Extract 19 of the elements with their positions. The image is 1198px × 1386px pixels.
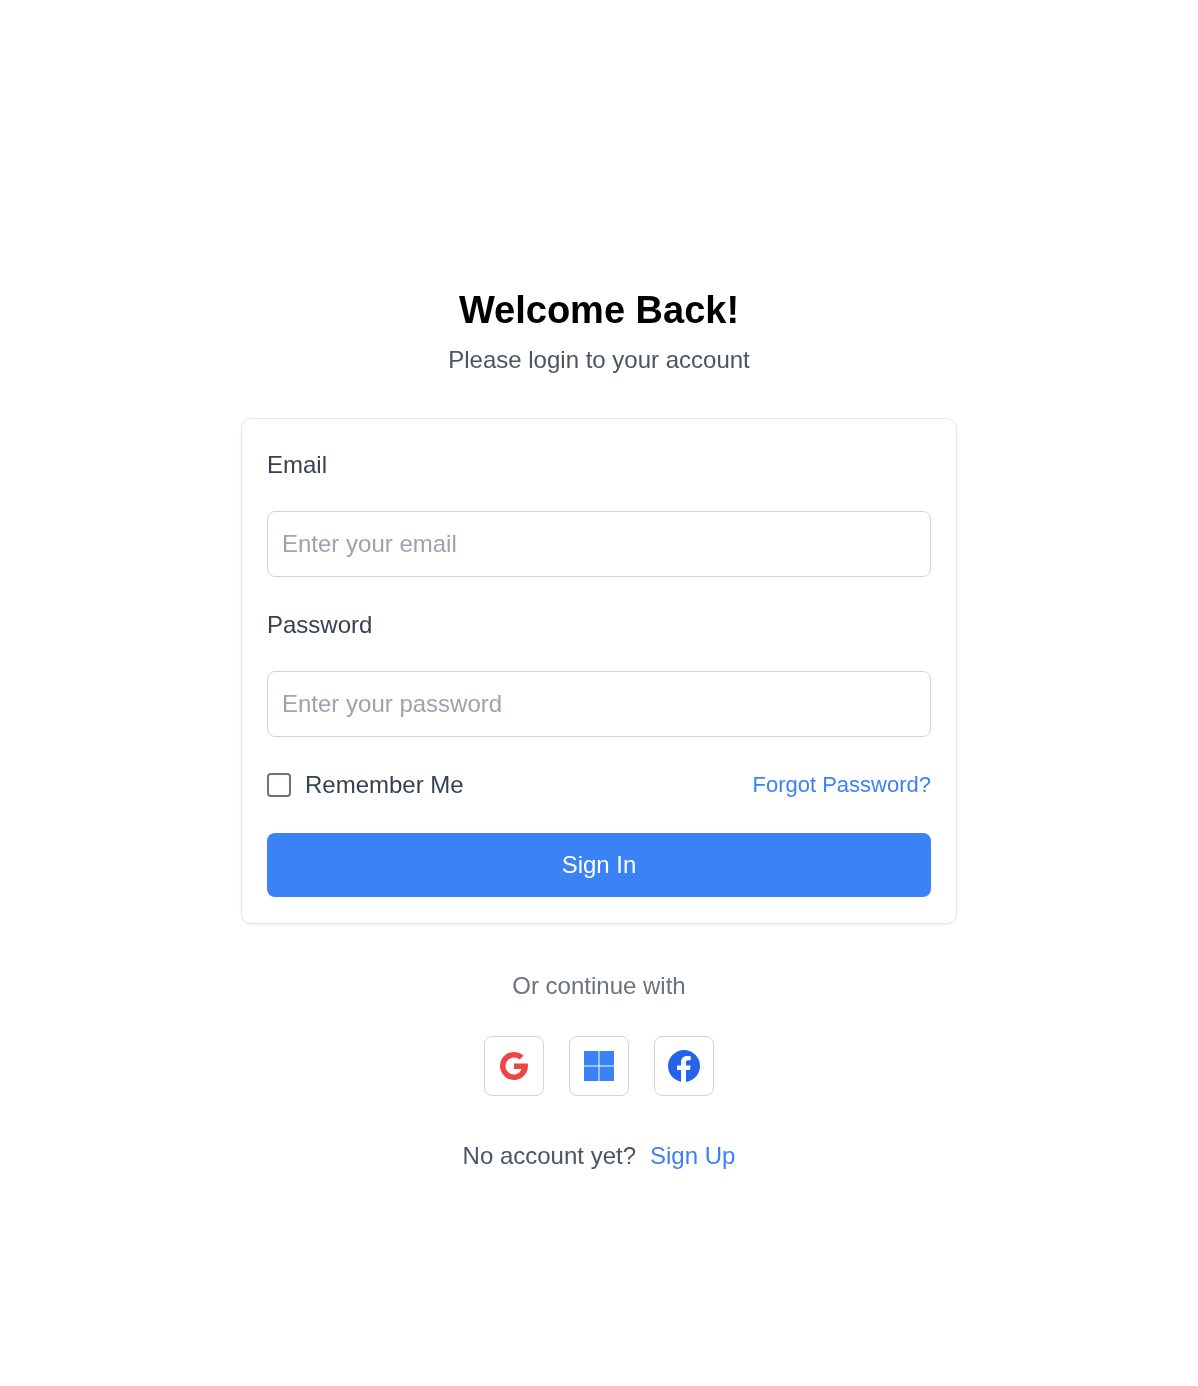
input-field[interactable]: Enter your password — [267, 670, 931, 737]
field-label: Email — [267, 449, 327, 480]
sign-in-button[interactable]: Sign In — [267, 832, 931, 897]
remember-label: Remember Me — [305, 769, 464, 800]
windows-icon — [584, 1050, 614, 1081]
subtitle: Please login to your account — [447, 344, 751, 375]
facebook-icon — [668, 1049, 700, 1082]
google-icon — [498, 1049, 530, 1082]
social-caption: Or continue with — [511, 970, 687, 1001]
remember-checkbox[interactable] — [267, 772, 291, 797]
no-account-text: No account yet? — [462, 1140, 636, 1171]
social-login-button[interactable] — [654, 1035, 714, 1096]
social-login-button[interactable] — [569, 1035, 629, 1096]
field-label: Password — [267, 609, 373, 640]
input-field[interactable]: Enter your email — [267, 510, 931, 577]
page-title: Welcome Back! — [457, 288, 741, 333]
forgot-password-link[interactable]: Forgot Password? — [752, 768, 931, 802]
social-login-button[interactable] — [484, 1035, 544, 1096]
sign-up-link[interactable]: Sign Up — [650, 1137, 736, 1174]
